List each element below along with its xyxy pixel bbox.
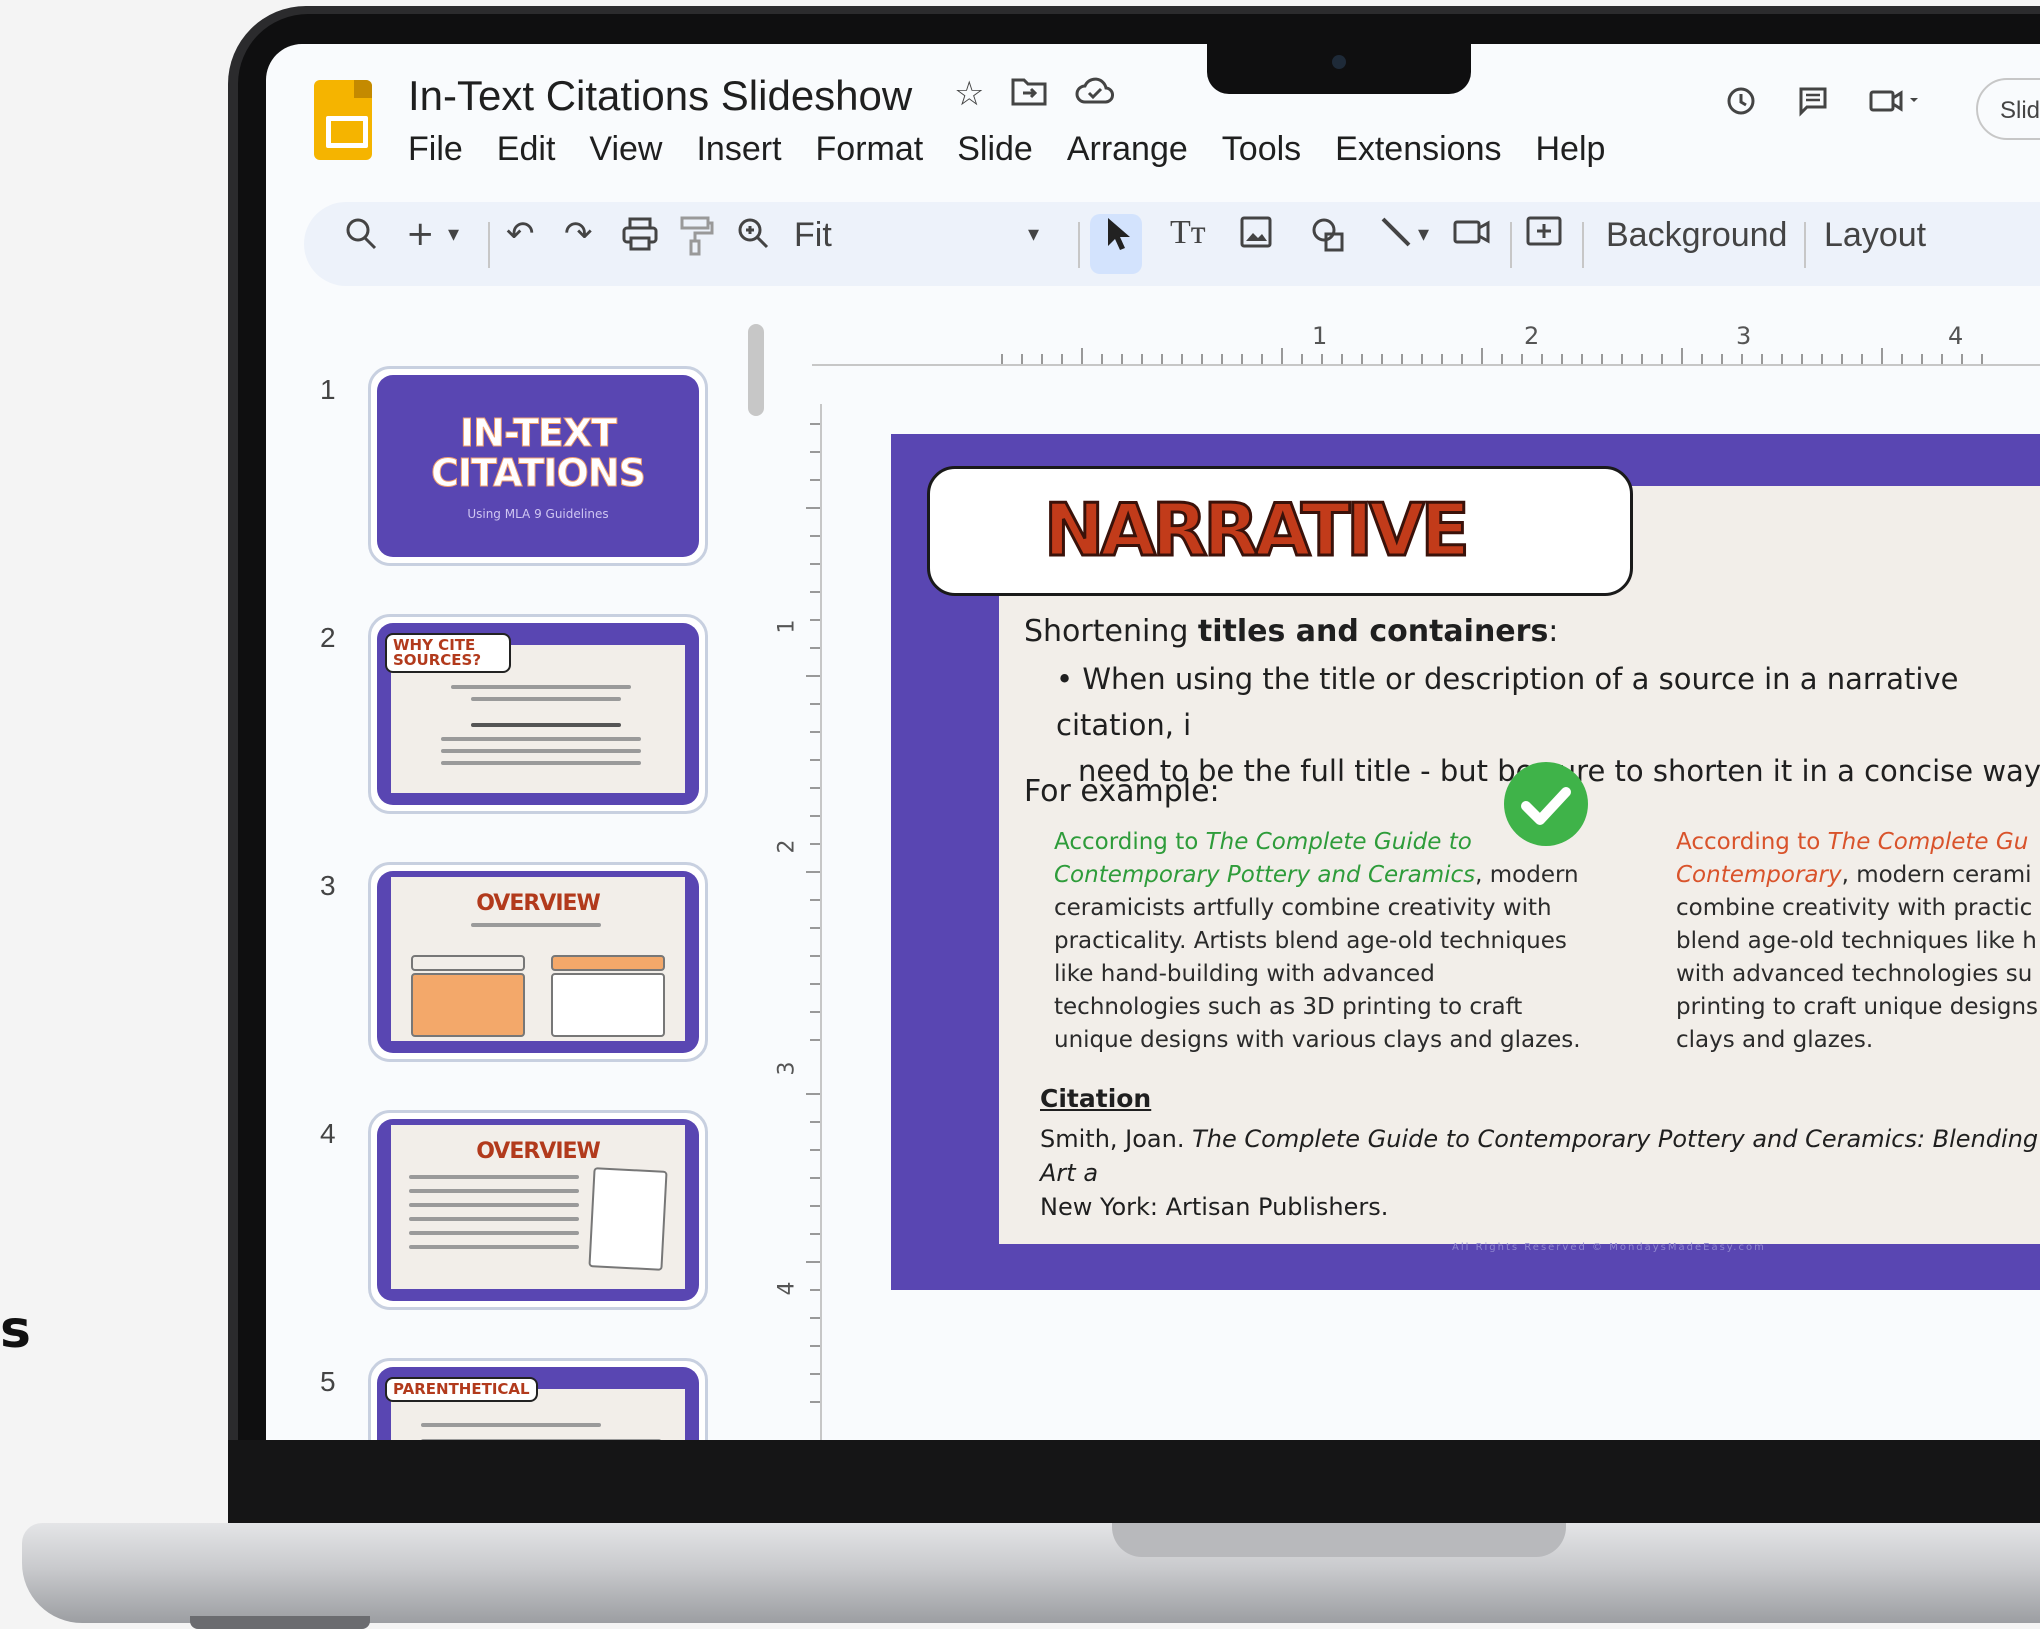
new-slide-dropdown-icon[interactable]: ▾ [448,222,459,247]
camera-notch [1207,44,1471,94]
menu-extensions[interactable]: Extensions [1335,130,1501,169]
meet-icon[interactable] [1868,84,1924,126]
menu-format[interactable]: Format [816,130,924,169]
laptop-chin [228,1440,2040,1524]
slide-number-4: 4 [320,1118,336,1149]
search-menus-icon[interactable] [344,214,380,263]
thumb5-badge: PARENTHETICAL [385,1377,538,1402]
new-slide-icon[interactable]: + [406,214,435,254]
document-title[interactable]: In-Text Citations Slideshow [408,72,912,120]
slide-number-5: 5 [320,1366,336,1397]
horizontal-ruler [812,340,2040,366]
thumb4-title: OVERVIEW [476,1139,601,1164]
menu-slide[interactable]: Slide [957,130,1033,169]
zoom-dropdown-icon[interactable]: ▾ [1028,222,1039,247]
slide-thumbnail-1[interactable]: IN-TEXT CITATIONS Using MLA 9 Guidelines [368,366,708,566]
thumb1-title: IN-TEXT CITATIONS [431,411,647,495]
laptop-foot [190,1616,370,1629]
vruler-mark-2: 2 [774,839,800,854]
menu-arrange[interactable]: Arrange [1067,130,1188,169]
slide-number-2: 2 [320,622,336,653]
correct-example[interactable]: According to The Complete Guide to Conte… [1054,826,1581,1057]
shortening-line[interactable]: Shortening titles and containers: [1024,614,1558,649]
slide-thumbnail-3[interactable]: OVERVIEW [368,862,708,1062]
line-icon[interactable] [1378,214,1414,259]
add-comment-icon[interactable] [1524,214,1564,263]
cloud-saved-icon[interactable] [1074,74,1116,117]
text-box-icon[interactable]: Tт [1170,214,1206,252]
menu-bar: File Edit View Insert Format Slide Arran… [408,130,1605,169]
vruler-mark-3: 3 [774,1061,800,1076]
menu-file[interactable]: File [408,130,463,169]
screen: In-Text Citations Slideshow ☆ File Edit … [266,44,2040,1440]
vertical-ruler [806,404,822,1440]
select-cursor-icon[interactable] [1102,214,1132,263]
menu-insert[interactable]: Insert [696,130,781,169]
video-icon[interactable] [1452,214,1492,259]
slideshow-button[interactable]: Slid [1976,78,2040,140]
laptop-opening-groove [1112,1523,1566,1557]
ruler-mark-3: 3 [1736,322,1752,350]
line-dropdown-icon[interactable]: ▾ [1418,222,1429,247]
slide-number-3: 3 [320,870,336,901]
move-folder-icon[interactable] [1010,74,1048,117]
incorrect-example[interactable]: According to The Complete Gu Contemporar… [1676,826,2038,1057]
ruler-mark-2: 2 [1524,322,1540,350]
zoom-select[interactable]: Fit [794,216,832,255]
print-icon[interactable] [620,214,660,263]
slide-number-1: 1 [320,374,336,405]
version-history-icon[interactable] [1724,84,1758,126]
star-icon[interactable]: ☆ [954,74,984,117]
slide-footer: All Rights Reserved © MondaysMadeEasy.co… [1452,1242,1766,1253]
camera-icon [1332,55,1346,69]
citation-heading[interactable]: Citation [1040,1084,1151,1113]
layout-button[interactable]: Layout [1824,216,1926,255]
slide-thumbnail-4[interactable]: OVERVIEW [368,1110,708,1310]
ruler-mark-1: 1 [1312,322,1328,350]
laptop-base [22,1523,2040,1623]
zoom-icon[interactable] [734,214,774,263]
menu-view[interactable]: View [589,130,662,169]
thumb3-title: OVERVIEW [476,891,601,916]
shape-icon[interactable] [1308,214,1348,263]
slide-thumbnail-2[interactable]: WHY CITE SOURCES? [368,614,708,814]
thumb1-subtitle: Using MLA 9 Guidelines [467,507,609,521]
stray-letter: s [0,1300,31,1360]
background-button[interactable]: Background [1606,216,1787,255]
filmstrip-scrollbar[interactable] [748,324,764,416]
vruler-mark-4: 4 [774,1281,800,1296]
thumb2-badge: WHY CITE SOURCES? [385,633,511,673]
slide-heading[interactable]: NARRATIVE [1043,487,1472,574]
redo-icon[interactable]: ↷ [564,214,593,254]
menu-help[interactable]: Help [1536,130,1606,169]
image-icon[interactable] [1238,214,1274,259]
paint-format-icon[interactable] [678,214,714,267]
comments-icon[interactable] [1796,84,1830,126]
menu-tools[interactable]: Tools [1222,130,1301,169]
undo-icon[interactable]: ↶ [506,214,535,254]
slides-logo-icon[interactable] [314,80,372,160]
citation-text[interactable]: Smith, Joan. The Complete Guide to Conte… [1040,1122,2040,1224]
vruler-mark-1: 1 [774,619,800,634]
ruler-mark-4: 4 [1948,322,1964,350]
menu-edit[interactable]: Edit [497,130,556,169]
slide-thumbnail-5[interactable]: PARENTHETICAL [368,1358,708,1440]
for-example-label[interactable]: For example: [1024,774,1220,809]
